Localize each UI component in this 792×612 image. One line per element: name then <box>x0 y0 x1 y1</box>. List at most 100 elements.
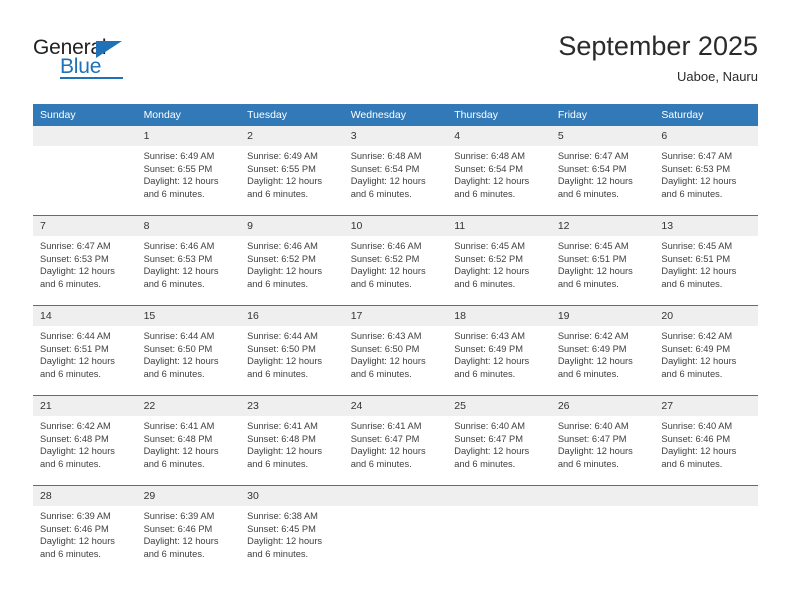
day-number: 14 <box>33 306 137 326</box>
day-cell-content: 5 Sunrise: 6:47 AM Sunset: 6:54 PM Daylight… <box>550 126 655 215</box>
calendar-day-cell[interactable]: 12 Sunrise: 6:45 AM Sunset: 6:51 PM Dayligh… <box>550 215 655 306</box>
day-sun-info: Sunrise: 6:45 AM Sunset: 6:51 PM Daylight:… <box>654 236 758 290</box>
day-sun-info: Sunrise: 6:45 AM Sunset: 6:51 PM Daylight:… <box>551 236 655 290</box>
daylight-text: Daylight: 12 hours and 6 minutes. <box>661 446 737 469</box>
day-cell-content: 27 Sunrise: 6:40 AM Sunset: 6:46 PM Dayligh… <box>654 396 758 485</box>
day-number: 23 <box>240 396 344 416</box>
calendar-day-cell[interactable]: 29 Sunrise: 6:39 AM Sunset: 6:46 PM Dayligh… <box>136 485 241 575</box>
day-sun-info: Sunrise: 6:49 AM Sunset: 6:55 PM Daylight:… <box>137 146 241 200</box>
sunset-text: Sunset: 6:49 PM <box>557 343 627 354</box>
calendar-day-cell[interactable]: 9 Sunrise: 6:46 AM Sunset: 6:52 PM Daylight… <box>240 215 344 306</box>
calendar-day-cell[interactable]: 15 Sunrise: 6:44 AM Sunset: 6:50 PM Dayligh… <box>136 305 241 396</box>
calendar-week-row: 14 Sunrise: 6:44 AM Sunset: 6:51 PM Dayligh… <box>33 305 758 396</box>
calendar-day-cell[interactable]: 8 Sunrise: 6:46 AM Sunset: 6:53 PM Daylight… <box>136 215 241 306</box>
day-sun-info: Sunrise: 6:47 AM Sunset: 6:53 PM Daylight:… <box>654 146 758 200</box>
weekday-header-friday: Friday <box>550 104 655 126</box>
day-sun-info: Sunrise: 6:40 AM Sunset: 6:46 PM Daylight:… <box>654 416 758 470</box>
calendar-day-cell <box>447 485 551 575</box>
page-subtitle: Uaboe, Nauru <box>677 69 758 84</box>
calendar-day-cell[interactable]: 30 Sunrise: 6:38 AM Sunset: 6:45 PM Dayligh… <box>240 485 344 575</box>
daylight-text: Daylight: 12 hours and 6 minutes. <box>557 266 633 289</box>
day-cell-content: 3 Sunrise: 6:48 AM Sunset: 6:54 PM Daylight… <box>343 126 448 215</box>
sunrise-text: Sunrise: 6:44 AM <box>143 331 215 341</box>
daylight-text: Daylight: 12 hours and 6 minutes. <box>661 176 737 199</box>
calendar-day-cell[interactable]: 5 Sunrise: 6:47 AM Sunset: 6:54 PM Daylight… <box>550 126 655 216</box>
day-number: 24 <box>343 396 448 416</box>
calendar-day-cell[interactable]: 27 Sunrise: 6:40 AM Sunset: 6:46 PM Dayligh… <box>654 395 758 486</box>
day-cell-content: 7 Sunrise: 6:47 AM Sunset: 6:53 PM Daylight… <box>33 216 137 305</box>
calendar-day-cell[interactable]: 16 Sunrise: 6:44 AM Sunset: 6:50 PM Dayligh… <box>240 305 344 396</box>
sunset-text: Sunset: 6:53 PM <box>143 253 213 264</box>
sunrise-text: Sunrise: 6:46 AM <box>143 241 215 251</box>
sunrise-text: Sunrise: 6:42 AM <box>661 331 733 341</box>
weekday-header-tuesday: Tuesday <box>240 104 344 126</box>
sunrise-text: Sunrise: 6:38 AM <box>247 511 318 521</box>
day-sun-info: Sunrise: 6:44 AM Sunset: 6:50 PM Daylight:… <box>137 326 241 380</box>
day-number: 11 <box>447 216 551 236</box>
general-blue-logo: General Blue <box>33 36 163 82</box>
calendar-day-cell[interactable]: 19 Sunrise: 6:42 AM Sunset: 6:49 PM Dayligh… <box>550 305 655 396</box>
day-cell-content: 15 Sunrise: 6:44 AM Sunset: 6:50 PM Dayligh… <box>136 306 241 395</box>
sunrise-text: Sunrise: 6:48 AM <box>350 151 422 161</box>
calendar-day-cell[interactable]: 11 Sunrise: 6:45 AM Sunset: 6:52 PM Dayligh… <box>447 215 551 306</box>
day-cell-content <box>654 486 758 575</box>
calendar-day-cell[interactable]: 1 Sunrise: 6:49 AM Sunset: 6:55 PM Daylight… <box>136 126 241 216</box>
daylight-text: Daylight: 12 hours and 6 minutes. <box>247 356 323 379</box>
day-number: 26 <box>550 396 655 416</box>
day-number: 21 <box>33 396 137 416</box>
day-sun-info: Sunrise: 6:39 AM Sunset: 6:46 PM Daylight:… <box>33 506 137 560</box>
day-sun-info: Sunrise: 6:47 AM Sunset: 6:54 PM Daylight:… <box>551 146 655 200</box>
sunrise-text: Sunrise: 6:46 AM <box>350 241 422 251</box>
calendar-day-cell[interactable]: 13 Sunrise: 6:45 AM Sunset: 6:51 PM Dayligh… <box>654 215 758 306</box>
calendar-day-cell[interactable]: 10 Sunrise: 6:46 AM Sunset: 6:52 PM Dayligh… <box>343 215 448 306</box>
calendar-day-cell[interactable]: 22 Sunrise: 6:41 AM Sunset: 6:48 PM Dayligh… <box>136 395 241 486</box>
daylight-text: Daylight: 12 hours and 6 minutes. <box>661 356 737 379</box>
sunset-text: Sunset: 6:50 PM <box>350 343 420 354</box>
sunset-text: Sunset: 6:47 PM <box>454 433 523 444</box>
day-cell-content: 8 Sunrise: 6:46 AM Sunset: 6:53 PM Daylight… <box>136 216 241 305</box>
day-cell-content: 6 Sunrise: 6:47 AM Sunset: 6:53 PM Daylight… <box>654 126 758 215</box>
day-cell-content: 28 Sunrise: 6:39 AM Sunset: 6:46 PM Dayligh… <box>33 486 137 575</box>
day-sun-info: Sunrise: 6:41 AM Sunset: 6:48 PM Daylight:… <box>137 416 241 470</box>
day-cell-content: 29 Sunrise: 6:39 AM Sunset: 6:46 PM Dayligh… <box>136 486 241 575</box>
calendar-day-cell[interactable]: 21 Sunrise: 6:42 AM Sunset: 6:48 PM Dayligh… <box>33 395 137 486</box>
calendar-day-cell[interactable]: 23 Sunrise: 6:41 AM Sunset: 6:48 PM Dayligh… <box>240 395 344 486</box>
sunrise-text: Sunrise: 6:48 AM <box>454 151 526 161</box>
day-cell-content: 16 Sunrise: 6:44 AM Sunset: 6:50 PM Dayligh… <box>240 306 344 395</box>
calendar-day-cell[interactable]: 18 Sunrise: 6:43 AM Sunset: 6:49 PM Dayligh… <box>447 305 551 396</box>
calendar-day-cell[interactable]: 4 Sunrise: 6:48 AM Sunset: 6:54 PM Daylight… <box>447 126 551 216</box>
sunrise-text: Sunrise: 6:47 AM <box>661 151 733 161</box>
calendar-day-cell[interactable]: 2 Sunrise: 6:49 AM Sunset: 6:55 PM Daylight… <box>240 126 344 216</box>
day-number: 22 <box>136 396 241 416</box>
sunset-text: Sunset: 6:50 PM <box>143 343 213 354</box>
day-cell-content: 30 Sunrise: 6:38 AM Sunset: 6:45 PM Dayligh… <box>240 486 344 575</box>
page-title: September 2025 <box>558 31 758 61</box>
calendar-day-cell[interactable]: 25 Sunrise: 6:40 AM Sunset: 6:47 PM Dayligh… <box>447 395 551 486</box>
calendar-day-cell[interactable]: 20 Sunrise: 6:42 AM Sunset: 6:49 PM Dayligh… <box>654 305 758 396</box>
day-number: 30 <box>240 486 344 506</box>
sunrise-text: Sunrise: 6:42 AM <box>557 331 629 341</box>
day-number: 28 <box>33 486 137 506</box>
calendar-day-cell[interactable]: 28 Sunrise: 6:39 AM Sunset: 6:46 PM Dayligh… <box>33 485 137 575</box>
day-sun-info: Sunrise: 6:45 AM Sunset: 6:52 PM Daylight:… <box>447 236 551 290</box>
day-cell-content: 24 Sunrise: 6:41 AM Sunset: 6:47 PM Dayligh… <box>343 396 448 485</box>
day-number: 18 <box>447 306 551 326</box>
day-sun-info: Sunrise: 6:43 AM Sunset: 6:50 PM Daylight:… <box>344 326 448 380</box>
daylight-text: Daylight: 12 hours and 6 minutes. <box>350 266 426 289</box>
calendar-day-cell[interactable]: 6 Sunrise: 6:47 AM Sunset: 6:53 PM Daylight… <box>654 126 758 216</box>
calendar-day-cell[interactable]: 24 Sunrise: 6:41 AM Sunset: 6:47 PM Dayligh… <box>343 395 448 486</box>
calendar-day-cell[interactable]: 14 Sunrise: 6:44 AM Sunset: 6:51 PM Dayligh… <box>33 305 137 396</box>
calendar-day-cell[interactable]: 7 Sunrise: 6:47 AM Sunset: 6:53 PM Daylight… <box>33 215 137 306</box>
sunrise-text: Sunrise: 6:46 AM <box>247 241 318 251</box>
day-sun-info: Sunrise: 6:40 AM Sunset: 6:47 PM Daylight:… <box>447 416 551 470</box>
calendar-day-cell[interactable]: 3 Sunrise: 6:48 AM Sunset: 6:54 PM Daylight… <box>343 126 448 216</box>
daylight-text: Daylight: 12 hours and 6 minutes. <box>143 446 219 469</box>
day-sun-info: Sunrise: 6:42 AM Sunset: 6:49 PM Daylight:… <box>654 326 758 380</box>
calendar-day-cell[interactable]: 17 Sunrise: 6:43 AM Sunset: 6:50 PM Dayligh… <box>343 305 448 396</box>
calendar-day-cell[interactable]: 26 Sunrise: 6:40 AM Sunset: 6:47 PM Dayligh… <box>550 395 655 486</box>
sunrise-text: Sunrise: 6:41 AM <box>350 421 422 431</box>
daylight-text: Daylight: 12 hours and 6 minutes. <box>247 446 323 469</box>
day-number: 7 <box>33 216 137 236</box>
day-cell-content: 10 Sunrise: 6:46 AM Sunset: 6:52 PM Dayligh… <box>343 216 448 305</box>
day-number <box>343 486 448 506</box>
